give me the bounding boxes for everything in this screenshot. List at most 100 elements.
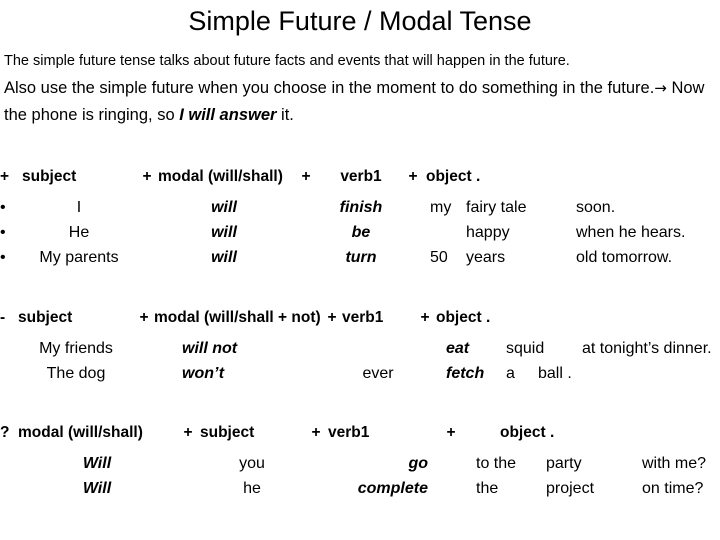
row-modal: won’t [182, 365, 225, 382]
row-subject: he [243, 480, 261, 497]
affirmative-sign: + [0, 168, 10, 185]
formula-subject: subject [18, 309, 73, 326]
row-object: squid at tonight’s dinner. [498, 336, 720, 361]
row-subject: My parents [39, 249, 119, 266]
formula-plus-2: + [301, 168, 311, 185]
row-subject: The dog [46, 365, 106, 382]
affirmative-formula-row: + subject + modal (will/shall) + verb1 +… [0, 163, 720, 195]
negative-formula-row: - subject + modal (will/shall + not) + v… [0, 304, 720, 336]
row-verb: fetch [446, 365, 485, 382]
row-object-part-2: ball . [538, 365, 572, 382]
affirmative-table: + subject + modal (will/shall) + verb1 +… [0, 163, 720, 270]
formula-object: object . [426, 168, 481, 185]
formula-plus-3: + [420, 309, 430, 326]
intro-emphasis: I will answer [179, 106, 277, 124]
row-object-part-2: party [546, 455, 582, 472]
row-object-part-3: on time? [642, 480, 704, 497]
row-object-part-3: old tomorrow. [576, 249, 673, 266]
formula-plus-3: + [408, 168, 418, 185]
negative-sign: - [0, 309, 6, 326]
row-object-part-1 [426, 220, 460, 245]
intro-line-2: Also use the simple future when you choo… [4, 72, 716, 129]
bullet-icon: • [0, 224, 6, 241]
table-row: My friends will not eat squid at tonight’… [0, 336, 720, 361]
row-modal: Will [82, 480, 112, 497]
page-title: Simple Future / Modal Tense [188, 6, 532, 36]
table-row: Will you go to the party with me? [0, 451, 720, 476]
row-object-part-1: to the [476, 455, 517, 472]
row-object-part-2: years [466, 249, 506, 266]
row-subject: you [239, 455, 265, 472]
row-modal: will [211, 224, 237, 241]
row-modal: Will [82, 455, 112, 472]
row-object-part-2: at tonight’s dinner. [582, 340, 712, 357]
row-verb: eat [446, 340, 470, 357]
formula-subject: subject [22, 168, 77, 185]
formula-plus-1: + [139, 309, 149, 326]
row-subject: I [76, 199, 82, 216]
row-object: a ball . [498, 361, 720, 386]
formula-plus-3: + [446, 424, 456, 441]
negative-table: - subject + modal (will/shall + not) + v… [0, 304, 720, 386]
row-object-part-2: happy [466, 224, 510, 241]
bullet-icon: • [0, 249, 6, 266]
row-object: to the party with me? [474, 451, 720, 476]
right-arrow-icon: → [654, 79, 667, 97]
formula-plus-2: + [327, 309, 337, 326]
row-verb: finish [339, 199, 383, 216]
row-object-part-2: fairy tale [466, 199, 527, 216]
row-object-part-3: when he hears. [576, 224, 686, 241]
formula-plus-2: + [311, 424, 321, 441]
row-object: the project on time? [474, 476, 720, 501]
intro-paragraph: The simple future tense talks about futu… [4, 50, 716, 129]
intro-text-part-3: it. [281, 106, 294, 124]
formula-modal: modal (will/shall) [18, 424, 143, 441]
row-object: 50 years old tomorrow. [426, 245, 720, 270]
formula-modal: modal (will/shall + not) [154, 309, 321, 326]
bullet-icon: • [0, 199, 6, 216]
row-object-part-2: project [546, 480, 595, 497]
row-subject: My friends [39, 340, 113, 357]
row-object: happy when he hears. [426, 220, 720, 245]
row-adverb [342, 336, 414, 361]
row-modal: will [211, 199, 237, 216]
table-row: Will he complete the project on time? [0, 476, 720, 501]
intro-line-1: The simple future tense talks about futu… [4, 53, 570, 69]
row-object-part-1: the [476, 480, 499, 497]
row-object-group: eat squid at tonight’s dinner. [436, 336, 720, 361]
row-modal: will [211, 249, 237, 266]
row-object: my fairy tale soon. [426, 195, 720, 220]
formula-verb: verb1 [328, 424, 370, 441]
row-verb: be [351, 224, 371, 241]
formula-plus-1: + [142, 168, 152, 185]
question-formula-row: ? modal (will/shall) + subject + verb1 +… [0, 419, 720, 451]
row-object-part-1: a [506, 365, 515, 382]
row-object-part-1: 50 [430, 249, 448, 266]
row-object-group: fetch a ball . [436, 361, 720, 386]
row-object-part-1: squid [506, 340, 545, 357]
negative-pattern-block: - subject + modal (will/shall + not) + v… [0, 304, 720, 386]
row-subject: He [68, 224, 90, 241]
row-verb: go [408, 455, 428, 472]
formula-subject: subject [200, 424, 255, 441]
formula-verb: verb1 [340, 168, 382, 185]
row-modal: will not [182, 340, 238, 357]
question-sign: ? [0, 424, 10, 441]
table-row: • He will be happy when he hears. [0, 220, 720, 245]
question-table: ? modal (will/shall) + subject + verb1 +… [0, 419, 720, 501]
row-adverb: ever [362, 365, 394, 382]
table-row: • I will finish my fairy tale soon. [0, 195, 720, 220]
row-verb: complete [357, 480, 428, 497]
row-object-part-3: with me? [642, 455, 707, 472]
row-object-part-3: soon. [576, 199, 616, 216]
formula-verb: verb1 [342, 309, 384, 326]
table-row: The dog won’t ever fetch a ball . [0, 361, 720, 386]
question-pattern-block: ? modal (will/shall) + subject + verb1 +… [0, 419, 720, 501]
formula-object: object . [436, 309, 491, 326]
row-object-part-1: my [430, 199, 452, 216]
row-verb: turn [345, 249, 377, 266]
affirmative-pattern-block: + subject + modal (will/shall) + verb1 +… [0, 163, 720, 270]
formula-modal: modal (will/shall) [158, 168, 283, 185]
intro-text-part-1: Also use the simple future when you choo… [4, 79, 655, 97]
formula-object: object . [500, 424, 555, 441]
